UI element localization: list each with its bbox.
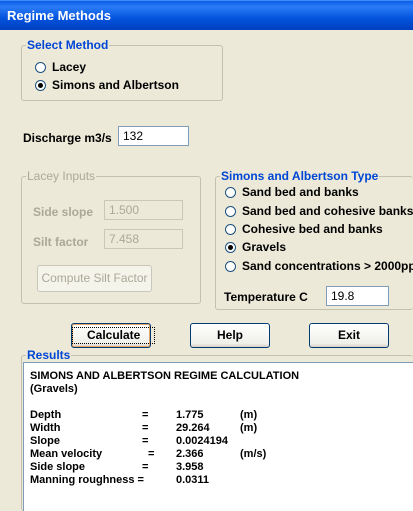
calculate-button[interactable]: Calculate <box>71 323 156 348</box>
temperature-label: Temperature C <box>224 290 308 304</box>
temperature-input[interactable]: 19.8 <box>326 286 389 306</box>
exit-button-label: Exit <box>337 328 360 342</box>
radio-cohesive-bed-banks[interactable]: Cohesive bed and banks <box>225 222 383 236</box>
radio-cohesive-bed-banks-label: Cohesive bed and banks <box>242 222 383 236</box>
result-value: 1.775 <box>176 409 204 421</box>
result-equals: = <box>148 448 155 460</box>
result-value: 0.0311 <box>176 474 210 486</box>
result-row-side-slope: Side slope = 3.958 <box>30 461 413 474</box>
result-name: Depth <box>30 409 62 421</box>
results-heading: SIMONS AND ALBERTSON REGIME CALCULATION <box>30 370 300 382</box>
result-unit: (m) <box>240 422 258 434</box>
select-method-group: Select Method Lacey Simons and Albertson <box>21 38 223 101</box>
help-button-label: Help <box>216 328 243 342</box>
result-row-slope: Slope = 0.0024194 <box>30 435 413 448</box>
radio-gravels[interactable]: Gravels <box>225 240 286 254</box>
radio-button-icon[interactable] <box>225 223 236 235</box>
result-value: 29.264 <box>176 422 210 434</box>
result-unit: (m/s) <box>240 448 267 460</box>
sa-type-group: Simons and Albertson Type Sand bed and b… <box>215 169 413 310</box>
lacey-inputs-group: Lacey Inputs Side slope 1.500 Silt facto… <box>21 169 201 304</box>
radio-button-icon[interactable] <box>225 260 236 272</box>
results-textarea[interactable]: SIMONS AND ALBERTSON REGIME CALCULATION … <box>23 362 413 511</box>
result-row-mean-velocity: Mean velocity = 2.366 (m/s) <box>30 448 413 461</box>
radio-simons-albertson-label: Simons and Albertson <box>52 78 179 92</box>
radio-lacey[interactable]: Lacey <box>35 60 86 74</box>
radio-sand-bed-banks-label: Sand bed and banks <box>242 185 359 199</box>
select-method-label: Select Method <box>26 38 110 52</box>
discharge-input[interactable]: 132 <box>118 126 189 146</box>
results-label: Results <box>26 348 72 362</box>
radio-simons-albertson[interactable]: Simons and Albertson <box>35 78 179 92</box>
exit-button[interactable]: Exit <box>309 323 389 348</box>
radio-lacey-label: Lacey <box>52 60 87 74</box>
radio-button-icon[interactable] <box>225 205 236 217</box>
radio-gravels-label: Gravels <box>242 240 287 254</box>
silt-factor-input[interactable]: 7.458 <box>104 229 183 249</box>
result-value: 3.958 <box>176 461 204 473</box>
radio-sand-bed-banks[interactable]: Sand bed and banks <box>225 185 359 199</box>
result-row-depth: Depth = 1.775 (m) <box>30 409 413 422</box>
radio-sand-bed-cohesive-banks-label: Sand bed and cohesive banks <box>242 204 413 218</box>
result-equals: = <box>142 409 149 421</box>
results-subheading: (Gravels) <box>30 383 78 395</box>
side-slope-input[interactable]: 1.500 <box>104 200 183 220</box>
radio-button-checked-icon[interactable] <box>225 241 236 253</box>
window-title: Regime Methods <box>7 8 112 23</box>
compute-silt-factor-button[interactable]: Compute Silt Factor <box>37 265 152 292</box>
help-button[interactable]: Help <box>190 323 270 348</box>
result-unit: (m) <box>240 409 258 421</box>
result-row-manning-roughness: Manning roughness = 0.0311 <box>30 474 413 487</box>
radio-sand-bed-cohesive-banks[interactable]: Sand bed and cohesive banks <box>225 204 413 218</box>
result-value: 2.366 <box>176 448 204 460</box>
radio-button-checked-icon[interactable] <box>35 79 46 91</box>
result-equals: = <box>142 422 149 434</box>
radio-button-icon[interactable] <box>225 186 236 198</box>
radio-sand-concentrations[interactable]: Sand concentrations > 2000ppm <box>225 259 413 273</box>
result-equals: = <box>142 435 149 447</box>
result-value: 0.0024194 <box>176 435 228 447</box>
radio-button-icon[interactable] <box>35 61 46 73</box>
calculate-button-label: Calculate <box>72 327 156 344</box>
result-name: Width <box>30 422 61 434</box>
window-title-bar: Regime Methods <box>0 0 413 30</box>
radio-sand-concentrations-label: Sand concentrations > 2000ppm <box>242 259 413 273</box>
results-blank-line <box>30 396 413 409</box>
lacey-inputs-label: Lacey Inputs <box>26 169 97 183</box>
result-name: Mean velocity <box>30 448 103 460</box>
discharge-label: Discharge m3/s <box>23 131 112 145</box>
side-slope-label: Side slope <box>33 205 94 219</box>
result-name: Side slope <box>30 461 86 473</box>
result-row-width: Width = 29.264 (m) <box>30 422 413 435</box>
result-name: Manning roughness = <box>30 474 144 486</box>
result-name: Slope <box>30 435 60 447</box>
result-equals: = <box>142 461 149 473</box>
sa-type-label: Simons and Albertson Type <box>220 169 380 183</box>
silt-factor-label: Silt factor <box>33 235 89 249</box>
